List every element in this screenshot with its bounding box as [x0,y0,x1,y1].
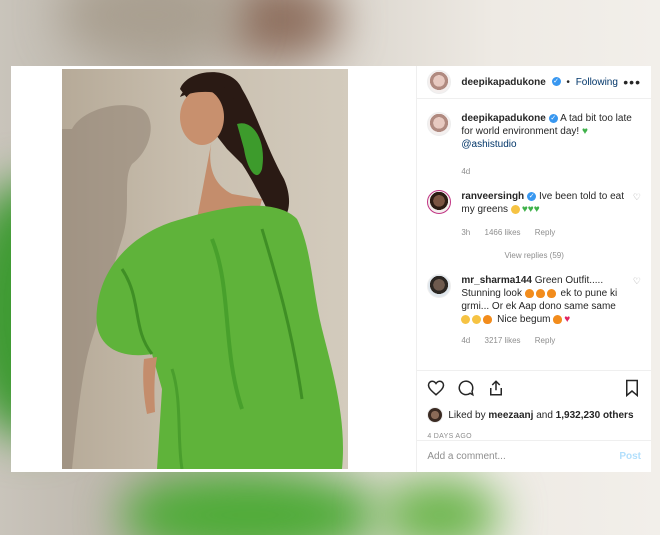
fire-emoji-icon [553,314,563,324]
post-photo[interactable] [62,69,348,469]
comment-icon[interactable] [457,379,475,397]
verified-icon: ✓ [527,191,537,201]
smile-emoji-icon [510,204,520,214]
liked-by-others[interactable]: 1,932,230 others [556,410,634,421]
comment-time[interactable]: 3h [461,228,470,237]
avatar[interactable] [427,190,452,214]
red-heart-icon: ♥ [564,314,571,325]
liked-by-and: and [536,409,553,421]
fire-emoji-icon [524,288,534,298]
avatar[interactable] [427,112,452,136]
bookmark-icon[interactable] [623,379,641,397]
liked-by: Liked by meezaanj and 1,932,230 others [427,407,641,423]
post-sidebar: deepikapadukone ✓ • Following ••• deepik… [416,66,651,472]
comment-input[interactable]: Add a comment... [427,451,619,462]
verified-icon: ✓ [551,77,561,87]
more-options-icon[interactable]: ••• [623,74,641,90]
avatar[interactable] [427,274,452,298]
post-date[interactable]: 4 DAYS AGO [427,433,641,440]
fire-emoji-icon [546,288,556,298]
caption-mention[interactable]: @ashistudio [461,139,516,150]
fire-emoji-icon [483,314,493,324]
comment-likes[interactable]: 3217 likes [485,336,521,345]
reply-button[interactable]: Reply [535,336,555,345]
avatar[interactable] [427,70,452,94]
post-modal: deepikapadukone ✓ • Following ••• deepik… [11,66,651,472]
liked-by-prefix: Liked by [448,409,486,421]
caption-time[interactable]: 4d [461,167,470,176]
post-actions: Liked by meezaanj and 1,932,230 others 4… [417,370,651,440]
liked-by-user[interactable]: meezaanj [488,410,533,421]
laugh-emoji-icon [472,314,482,324]
view-replies-link[interactable]: View replies (59) [427,251,641,260]
avatar[interactable] [427,407,444,423]
post-comment-button[interactable]: Post [619,451,641,462]
like-comment-icon[interactable]: ♡ [633,192,641,239]
green-heart-icon: ♥♥♥ [521,204,540,215]
share-icon[interactable] [487,379,505,397]
comment-username[interactable]: mr_sharma144 [461,275,532,286]
green-heart-icon: ♥ [581,126,588,137]
comment-text-3: Nice begum [497,314,551,325]
following-button[interactable]: Following [576,77,618,88]
comment-time[interactable]: 4d [461,336,470,345]
comment-likes[interactable]: 1466 likes [485,228,521,237]
comment-item: mr_sharma144 Green Outfit..... Stunning … [427,274,641,347]
reply-button[interactable]: Reply [535,228,555,237]
photo-illustration [62,72,343,469]
laugh-emoji-icon [461,314,471,324]
header-username[interactable]: deepikapadukone [461,77,545,88]
verified-icon: ✓ [548,113,558,123]
comment-username[interactable]: ranveersingh [461,191,524,202]
comment-item: ranveersingh ✓ Ive been told to eat my gr… [427,190,641,239]
add-comment-bar: Add a comment... Post [417,440,651,472]
heart-icon[interactable] [427,379,445,397]
like-comment-icon[interactable]: ♡ [633,276,641,347]
caption: deepikapadukone ✓ A tad bit too late for … [427,112,641,178]
comments-list: deepikapadukone ✓ A tad bit too late for … [417,112,651,347]
post-media [11,66,417,472]
caption-username[interactable]: deepikapadukone [461,113,545,124]
post-header: deepikapadukone ✓ • Following ••• [417,66,651,99]
separator-dot: • [566,76,570,88]
fire-emoji-icon [535,288,545,298]
